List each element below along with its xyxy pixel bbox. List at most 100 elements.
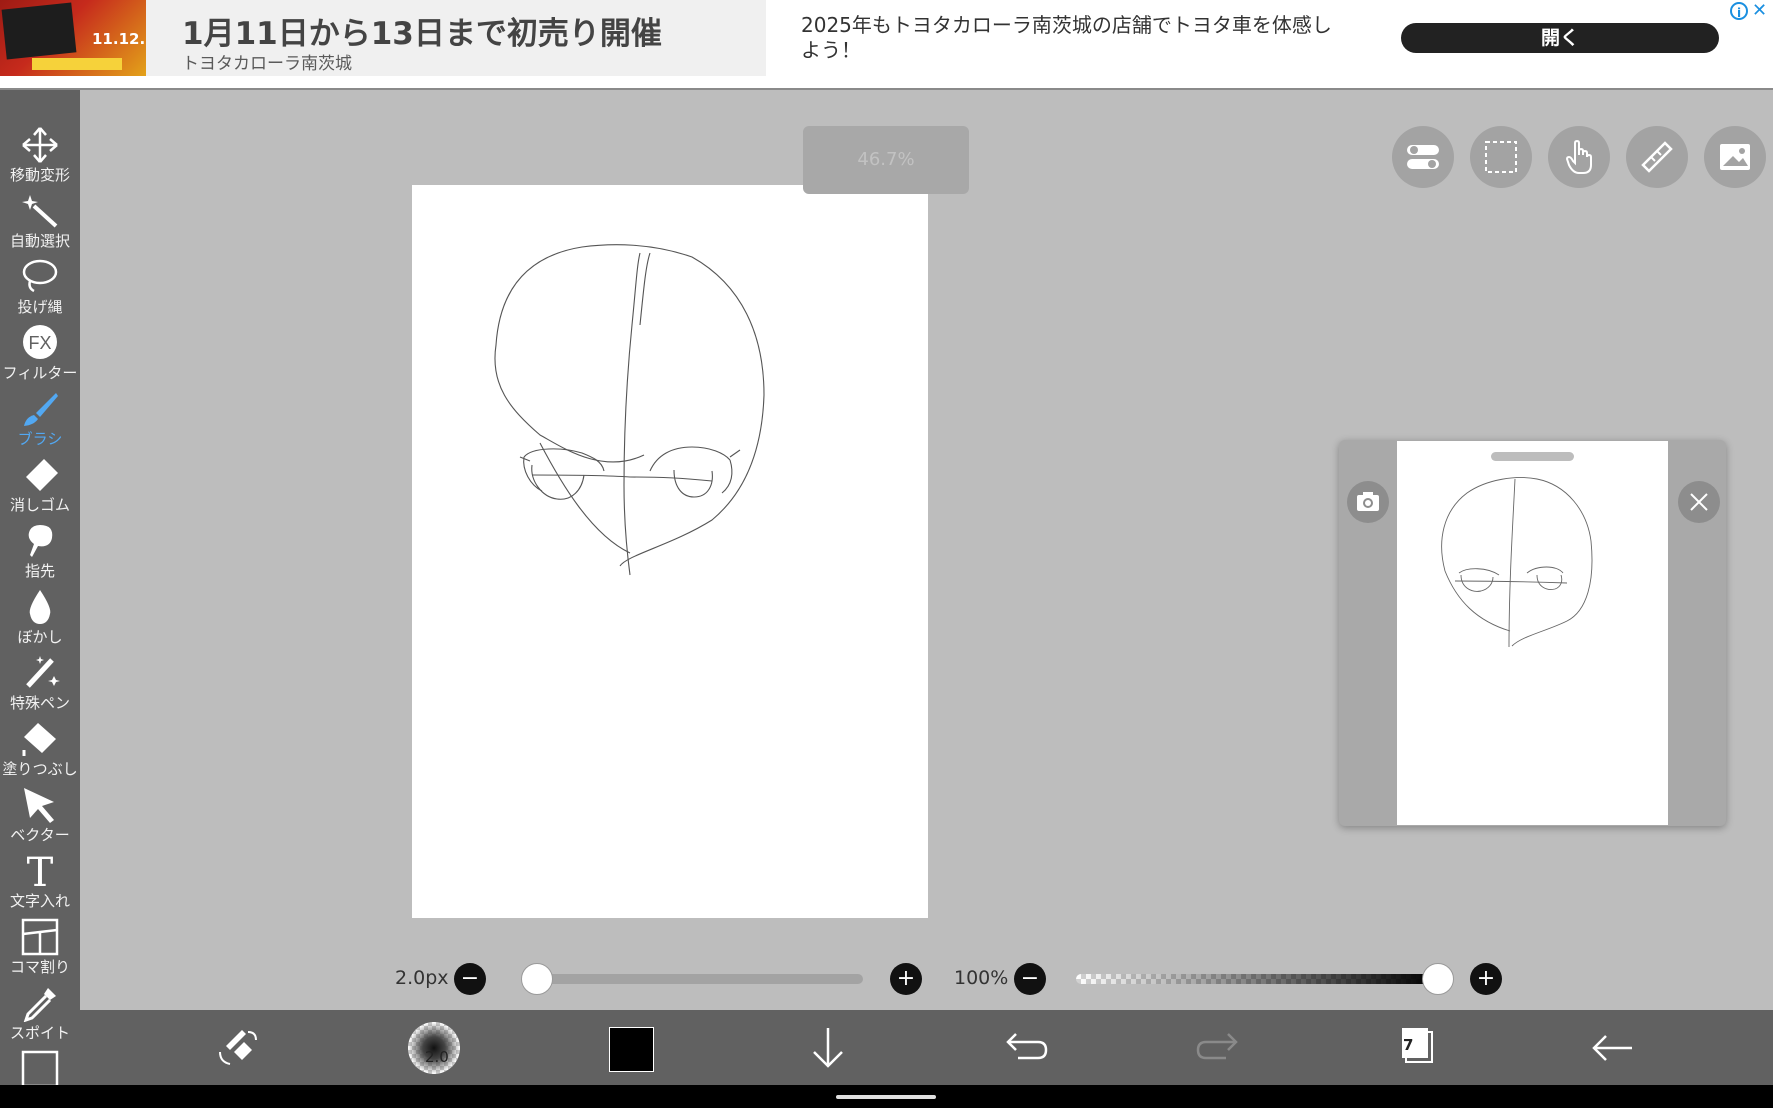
ad-subtitle[interactable]: トヨタカローラ南茨城 [182, 49, 352, 74]
ad-title[interactable]: 1月11日から13日まで初売り開催 [182, 8, 662, 53]
tool-label: 特殊ペン [9, 694, 70, 712]
brush-preview-size: 2.0 [425, 1048, 449, 1066]
vector-arrow-icon [24, 788, 54, 823]
redo-icon [1196, 1033, 1238, 1060]
swap-brush-eraser-button[interactable] [208, 1018, 268, 1078]
tool-next-partial[interactable] [0, 1046, 80, 1085]
tool-sidebar: 移動変形 自動選択 投げ縄 FX フィルター ブラシ 消しゴム 指先 ぼかし 特… [0, 90, 80, 1085]
fx-filter-icon: FX [23, 325, 57, 359]
material-button[interactable] [1704, 126, 1766, 188]
ad-open-button[interactable]: 開く [1401, 23, 1719, 53]
tool-lasso[interactable]: 投げ縄 [0, 254, 80, 320]
navigator-camera-button[interactable] [1347, 481, 1389, 523]
toggle-settings-icon [1407, 145, 1439, 169]
svg-text:T: T [27, 852, 54, 890]
ad-info-icon[interactable]: i [1730, 2, 1748, 20]
brush-size-label: 2.0px [395, 967, 449, 989]
tool-label: ベクター [10, 826, 70, 844]
tool-label: 指先 [24, 562, 55, 580]
camera-icon [1357, 492, 1379, 511]
back-arrow-icon [1592, 1035, 1632, 1061]
tool-special-pen[interactable]: 特殊ペン [0, 650, 80, 716]
drawing-canvas[interactable] [412, 185, 928, 918]
special-pen-icon [26, 656, 60, 688]
tool-move-transform[interactable]: 移動変形 [0, 122, 80, 188]
ad-image[interactable]: 11.12.13 [0, 0, 146, 76]
touch-mode-button[interactable] [1548, 126, 1610, 188]
tool-label: 塗りつぶし [2, 760, 78, 778]
tool-blur[interactable]: ぼかし [0, 584, 80, 650]
tool-label: 自動選択 [9, 232, 70, 250]
undo-button[interactable] [994, 1018, 1054, 1078]
tool-label: ぼかし [17, 628, 63, 646]
brush-size-slider-knob[interactable] [521, 963, 553, 995]
navigator-drag-handle[interactable] [1491, 452, 1574, 461]
brush-size-increase-button[interactable]: + [890, 963, 922, 995]
tool-filter[interactable]: FX フィルター [0, 320, 80, 386]
frame-icon [21, 1050, 59, 1085]
ad-image-graphic [1, 2, 77, 60]
lasso-icon [22, 259, 58, 293]
opacity-label: 100% [954, 967, 1009, 989]
opacity-decrease-button[interactable]: − [1014, 963, 1046, 995]
tool-frame-divider[interactable]: コマ割り [0, 914, 80, 980]
blur-drop-icon [29, 590, 51, 624]
tool-label: 投げ縄 [17, 298, 63, 316]
magic-wand-icon [22, 195, 58, 228]
tool-label: フィルター [2, 364, 78, 382]
tool-label: 移動変形 [9, 166, 70, 184]
eraser-icon [26, 459, 58, 491]
selection-icon [1485, 141, 1517, 173]
layers-button[interactable] [1386, 1018, 1446, 1078]
tool-vector[interactable]: ベクター [0, 782, 80, 848]
tool-brush[interactable]: ブラシ [0, 386, 80, 452]
tool-eyedropper[interactable]: スポイト [0, 980, 80, 1046]
frame-divider-icon [21, 918, 59, 956]
move-transform-icon [22, 127, 58, 163]
ad-close-icon[interactable]: ✕ [1752, 0, 1767, 21]
tool-text[interactable]: T 文字入れ [0, 848, 80, 914]
layers-icon [1402, 1028, 1433, 1063]
ad-description[interactable]: 2025年もトヨタカローラ南茨城の店舗でトヨタ車を体感しよう！ [801, 13, 1341, 63]
text-icon: T [27, 852, 54, 890]
ad-image-strip [32, 58, 122, 70]
bottom-toolbar [80, 1010, 1773, 1085]
opacity-increase-button[interactable]: + [1470, 963, 1502, 995]
close-icon [1690, 493, 1708, 511]
download-button[interactable] [798, 1018, 858, 1078]
smudge-icon [28, 525, 53, 557]
brush-icon [24, 393, 58, 426]
svg-text:FX: FX [28, 333, 51, 353]
tool-smudge[interactable]: 指先 [0, 518, 80, 584]
ruler-button[interactable] [1626, 126, 1688, 188]
ad-banner[interactable]: 11.12.13 1月11日から13日まで初売り開催 トヨタカローラ南茨城 20… [0, 0, 1773, 90]
opacity-slider[interactable] [1076, 974, 1436, 984]
redo-button[interactable] [1190, 1018, 1250, 1078]
home-gesture-pill[interactable] [836, 1095, 936, 1099]
navigator-close-button[interactable] [1678, 481, 1720, 523]
ad-image-date: 11.12.13 [92, 30, 146, 48]
brush-size-decrease-button[interactable]: − [454, 963, 486, 995]
download-icon [813, 1028, 843, 1068]
settings-toggle-button[interactable] [1392, 126, 1454, 188]
tool-fill[interactable]: 塗りつぶし [0, 716, 80, 782]
swap-brush-eraser-icon [219, 1030, 257, 1065]
image-material-icon [1720, 144, 1750, 170]
zoom-indicator: 46.7% [803, 126, 969, 194]
tool-label: 文字入れ [9, 892, 70, 910]
tool-auto-select[interactable]: 自動選択 [0, 188, 80, 254]
brush-size-slider[interactable] [527, 974, 863, 984]
tool-eraser[interactable]: 消しゴム [0, 452, 80, 518]
selection-button[interactable] [1470, 126, 1532, 188]
navigator-preview[interactable] [1397, 441, 1668, 825]
face-sketch [494, 244, 765, 576]
tool-label: ブラシ [17, 430, 63, 448]
opacity-slider-knob[interactable] [1422, 963, 1454, 995]
fill-bucket-icon [22, 723, 56, 756]
color-swatch[interactable] [609, 1027, 654, 1072]
tool-label: スポイト [9, 1024, 70, 1042]
back-button[interactable] [1582, 1018, 1642, 1078]
layer-count: 7 [1403, 1036, 1414, 1054]
undo-icon [1006, 1033, 1048, 1060]
navigator-thumbnail [1441, 477, 1593, 648]
